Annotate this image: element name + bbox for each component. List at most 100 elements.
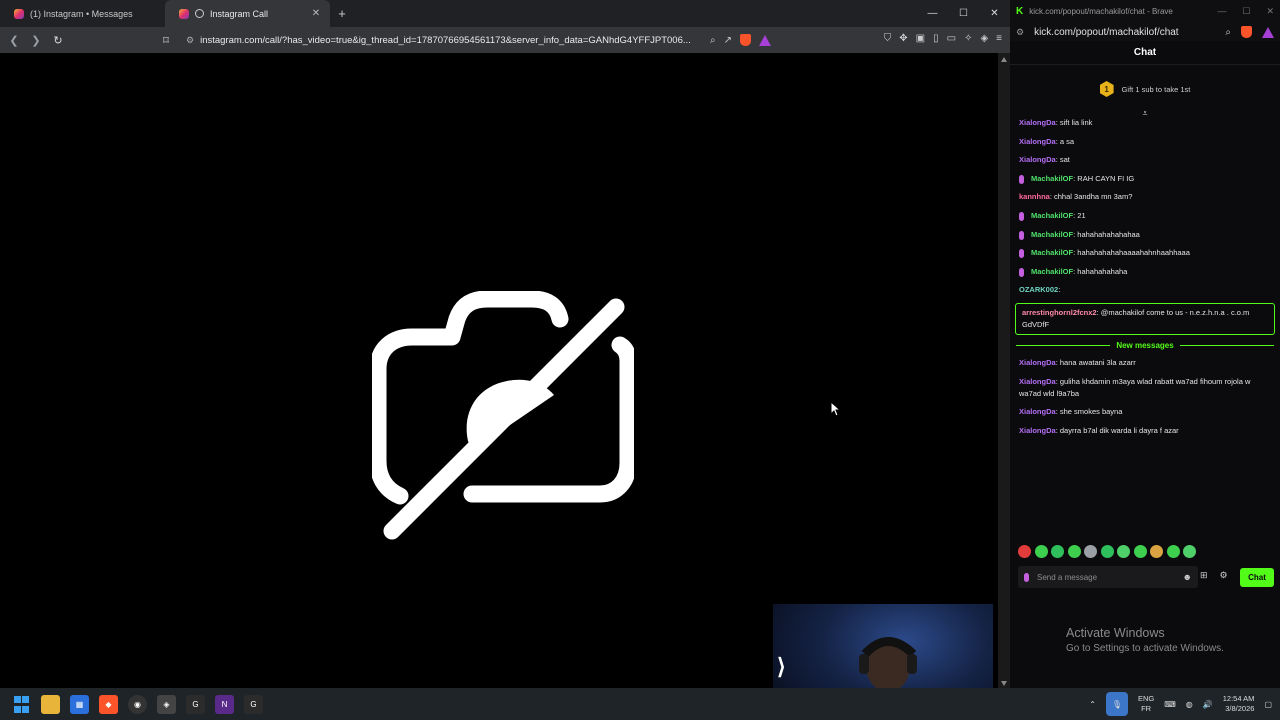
emote-icon[interactable] <box>1166 545 1180 558</box>
sidebar-icon[interactable]: ▯ <box>933 33 939 44</box>
chat-message[interactable]: MachakilOF: RAH CAYN FI IG <box>1010 173 1280 185</box>
chat-url-text[interactable]: kick.com/popout/machakilof/chat <box>1034 27 1179 38</box>
collapse-preview-icon[interactable]: ⟩ <box>777 654 786 680</box>
nzxt-icon[interactable]: N <box>215 694 234 714</box>
close-window-button[interactable]: ✕ <box>1266 6 1274 17</box>
message-username[interactable]: MachakilOF <box>1031 248 1073 257</box>
close-window-button[interactable]: ✕ <box>979 0 1010 27</box>
chat-message[interactable]: MachakilOF: hahahahahahahaa <box>1010 229 1280 241</box>
emote-icon[interactable] <box>1067 545 1081 558</box>
gift-sub-banner[interactable]: 1 Gift 1 sub to take 1st <box>1010 71 1280 107</box>
reload-icon[interactable]: ↻ <box>50 34 66 47</box>
brave-shields-icon[interactable] <box>740 34 751 46</box>
tab-instagram-messages[interactable]: (1) Instagram • Messages <box>0 0 165 27</box>
emote-icon[interactable] <box>1051 545 1064 558</box>
obs-icon[interactable]: ◉ <box>128 694 147 714</box>
emote-icon[interactable] <box>1183 545 1196 558</box>
bookmark-icon[interactable]: ⌑ <box>158 34 174 47</box>
microphone-in-use-icon[interactable]: 🎙 <box>1105 692 1128 716</box>
message-username[interactable]: XialongDa <box>1019 137 1056 146</box>
wallet-icon[interactable]: ▭ <box>947 33 956 44</box>
message-username[interactable]: arrestinghornl2fcnx2 <box>1022 308 1097 317</box>
site-settings-icon[interactable]: ⚙ <box>1016 27 1024 38</box>
settings-icon[interactable]: ⚙ <box>1220 570 1228 581</box>
site-settings-icon[interactable]: ⚙ <box>186 35 194 46</box>
emoji-icon[interactable]: ☻ <box>1183 572 1192 582</box>
emote-icon[interactable] <box>1034 545 1048 558</box>
message-username[interactable]: XialongDa <box>1019 407 1056 416</box>
reader-mode-icon[interactable]: ▣ <box>916 33 925 44</box>
message-username[interactable]: XialongDa <box>1019 118 1056 127</box>
url-field[interactable]: ⚙ instagram.com/call/?has_video=true&ig_… <box>180 35 700 46</box>
chat-message[interactable]: XialongDa: a sa <box>1010 136 1280 148</box>
message-username[interactable]: MachakilOF <box>1031 211 1073 220</box>
clock[interactable]: 12:54 AM 3/8/2026 <box>1223 694 1255 714</box>
message-username[interactable]: MachakilOF <box>1031 267 1073 276</box>
highlighted-message[interactable]: arrestinghornl2fcnx2: @machakilof come t… <box>1015 302 1275 335</box>
brave-browser-icon[interactable]: ◆ <box>99 694 118 714</box>
maximize-button[interactable]: ☐ <box>948 0 979 27</box>
maximize-button[interactable]: ☐ <box>1242 6 1250 17</box>
chat-message[interactable]: XialongDa: hana awatani 3la azarr <box>1010 357 1280 369</box>
volume-icon[interactable]: 🔊 <box>1203 700 1213 709</box>
vpn-icon[interactable]: ◈ <box>980 33 988 44</box>
logitech-ghub-icon[interactable]: G <box>244 694 263 714</box>
file-explorer-icon[interactable] <box>41 694 60 714</box>
forward-icon[interactable]: ❯ <box>28 34 44 47</box>
chat-message[interactable]: XialongDa: guliha khdamin m3aya wlad rab… <box>1010 376 1280 400</box>
message-username[interactable]: MachakilOF <box>1031 230 1073 239</box>
shield-extension-icon[interactable]: ⛉ <box>884 33 892 44</box>
chevron-up-icon[interactable]: ⌃ <box>1089 700 1096 709</box>
message-username[interactable]: XialongDa <box>1019 358 1056 367</box>
back-icon[interactable]: ❮ <box>6 34 22 47</box>
message-username[interactable]: MachakilOF <box>1031 174 1073 183</box>
wifi-icon[interactable]: ◍ <box>1186 700 1193 709</box>
emote-icon[interactable] <box>1117 545 1130 558</box>
chat-message[interactable]: XialongDa: dayrra b7al dik warda li dayr… <box>1010 425 1280 437</box>
zoom-icon[interactable]: ⌕ <box>710 35 716 46</box>
chat-message[interactable]: kannhna: chhal 3andha mn 3am? <box>1010 191 1280 203</box>
message-username[interactable]: XialongDa <box>1019 155 1056 164</box>
message-username[interactable]: OZARK002 <box>1019 285 1058 294</box>
gift-icon[interactable]: ⊞ <box>1200 570 1208 581</box>
notifications-icon[interactable]: ▢ <box>1264 700 1272 709</box>
zoom-icon[interactable]: ⌕ <box>1225 27 1231 38</box>
app-icon[interactable]: ◈ <box>157 694 176 714</box>
chat-input[interactable]: Send a message ☻ <box>1018 566 1198 588</box>
logitech-icon[interactable]: G <box>186 694 205 714</box>
new-tab-button[interactable]: + <box>330 0 354 27</box>
minimize-button[interactable]: — <box>1217 6 1226 17</box>
chat-message[interactable]: MachakilOF: hahahahahaha <box>1010 266 1280 278</box>
emote-icon[interactable] <box>1018 545 1031 558</box>
emote-icon[interactable] <box>1100 545 1114 558</box>
chat-message[interactable]: MachakilOF: hahahahahahaaaahahnhaahhaaa <box>1010 247 1280 259</box>
chat-message[interactable]: XialongDa: she smokes bayna <box>1010 406 1280 418</box>
message-username[interactable]: kannhna <box>1019 192 1050 201</box>
chat-message[interactable]: XialongDa: sat <box>1010 154 1280 166</box>
emote-icon[interactable] <box>1150 545 1163 558</box>
share-icon[interactable]: ↗ <box>724 35 732 46</box>
language-indicator[interactable]: ENG FR <box>1138 694 1154 714</box>
brave-rewards-icon[interactable] <box>1262 26 1274 38</box>
start-button-icon[interactable] <box>12 695 31 714</box>
store-icon[interactable]: ▦ <box>70 694 89 714</box>
brave-shields-icon[interactable] <box>1241 26 1252 38</box>
send-chat-button[interactable]: Chat <box>1240 568 1274 587</box>
menu-icon[interactable]: ≡ <box>996 33 1002 44</box>
scroll-down-icon[interactable] <box>1001 681 1007 686</box>
leo-ai-icon[interactable]: ✧ <box>964 33 972 44</box>
emote-icon[interactable] <box>1133 545 1147 558</box>
message-username[interactable]: XialongDa <box>1019 377 1056 386</box>
page-scrollbar[interactable] <box>998 53 1010 688</box>
close-tab-icon[interactable]: ✕ <box>310 8 322 19</box>
chat-message[interactable]: XialongDa: sift lia link <box>1010 117 1280 129</box>
emote-icon[interactable] <box>1084 545 1097 558</box>
extensions-icon[interactable]: ✥ <box>899 33 907 44</box>
network-icon[interactable]: ⌨ <box>1164 700 1176 709</box>
chat-message[interactable]: MachakilOF: 21 <box>1010 210 1280 222</box>
message-username[interactable]: XialongDa <box>1019 426 1056 435</box>
tab-instagram-call[interactable]: Instagram Call ✕ <box>165 0 330 27</box>
scroll-up-icon[interactable] <box>1001 57 1007 62</box>
chat-message[interactable]: OZARK002: <box>1010 284 1280 296</box>
brave-rewards-icon[interactable] <box>759 34 771 46</box>
